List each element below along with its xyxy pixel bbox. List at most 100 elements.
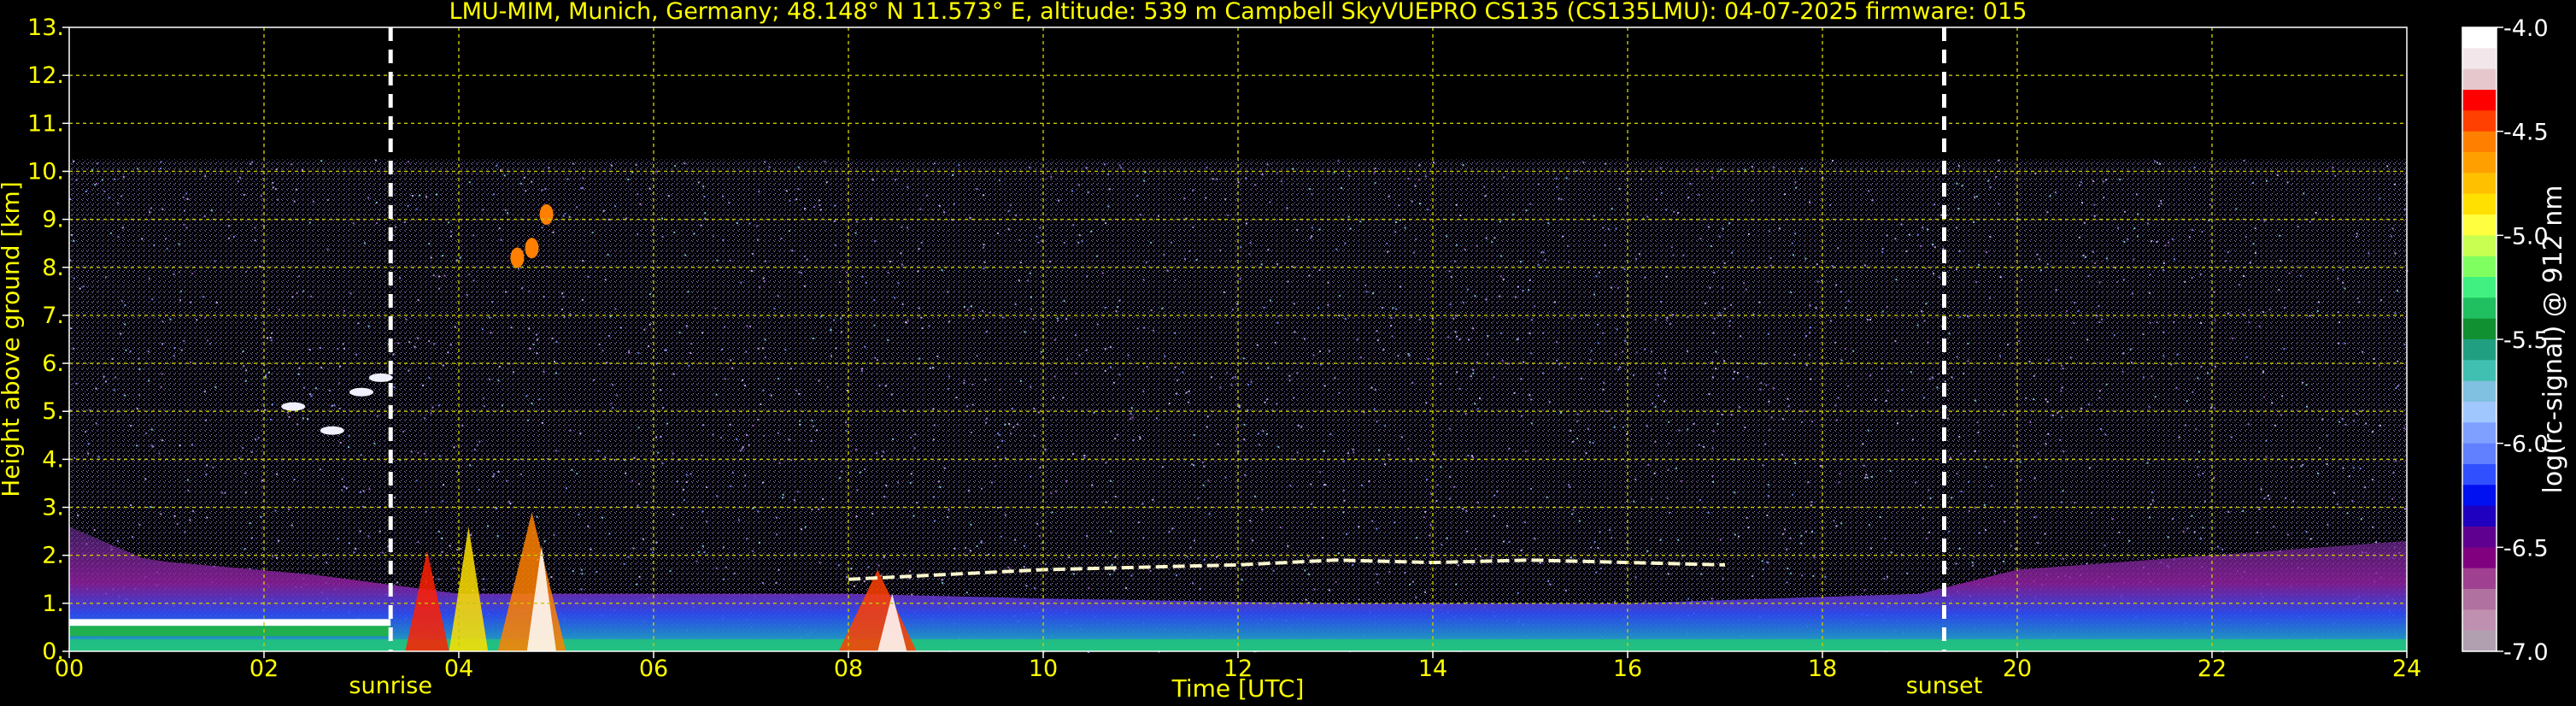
noise-speck — [1758, 301, 1761, 303]
noise-speck — [517, 458, 519, 461]
noise-speck — [2235, 208, 2238, 210]
noise-speck — [312, 201, 314, 203]
noise-speck — [883, 450, 885, 453]
noise-speck — [1249, 520, 1252, 522]
noise-speck — [116, 540, 119, 542]
noise-speck — [261, 479, 263, 482]
noise-speck — [1609, 529, 1611, 532]
noise-speck — [185, 227, 188, 229]
noise-speck — [1407, 353, 1410, 356]
noise-speck — [833, 220, 836, 222]
noise-speck — [1700, 573, 1703, 575]
noise-speck — [1185, 391, 1188, 394]
noise-speck — [1868, 190, 1870, 192]
noise-speck — [688, 364, 690, 367]
noise-speck — [1479, 397, 1481, 400]
noise-speck — [895, 179, 896, 181]
noise-speck — [1588, 441, 1591, 444]
cloud-patch — [539, 204, 554, 225]
noise-speck — [519, 473, 522, 475]
noise-speck — [1809, 201, 1810, 203]
noise-speck — [1567, 244, 1569, 247]
noise-speck — [580, 187, 583, 190]
noise-speck — [1311, 193, 1313, 196]
noise-speck — [1210, 376, 1212, 379]
noise-speck — [1810, 378, 1812, 380]
noise-speck — [2103, 197, 2105, 198]
noise-speck — [1985, 466, 1987, 468]
noise-speck — [1931, 376, 1933, 379]
noise-speck — [249, 522, 251, 525]
noise-speck — [1593, 541, 1596, 544]
noise-speck — [661, 462, 664, 465]
noise-speck — [1293, 397, 1295, 399]
noise-speck — [1372, 292, 1374, 295]
noise-speck — [310, 295, 313, 297]
noise-speck — [1109, 346, 1112, 349]
noise-speck — [1447, 336, 1450, 338]
noise-speck — [206, 464, 208, 467]
noise-speck — [249, 162, 252, 165]
noise-speck — [1018, 279, 1020, 282]
noise-speck — [701, 510, 704, 513]
noise-speck — [941, 579, 943, 581]
noise-speck — [2283, 348, 2286, 350]
noise-speck — [73, 348, 75, 350]
cloud-patch — [525, 238, 539, 259]
noise-speck — [1391, 335, 1394, 338]
noise-speck — [1077, 184, 1080, 186]
noise-speck — [764, 161, 766, 163]
noise-speck — [1569, 486, 1571, 489]
noise-speck — [969, 550, 971, 552]
noise-speck — [1034, 587, 1036, 590]
noise-speck — [375, 202, 378, 203]
colorbar-swatch — [2462, 297, 2497, 320]
noise-speck — [2080, 407, 2082, 409]
noise-speck — [1956, 473, 1958, 475]
noise-speck — [2074, 502, 2076, 504]
noise-speck — [762, 277, 765, 279]
noise-speck — [1837, 247, 1840, 250]
noise-speck — [665, 349, 667, 351]
noise-speck — [777, 295, 779, 297]
noise-speck — [2160, 203, 2162, 205]
noise-speck — [897, 481, 900, 484]
noise-speck — [1590, 546, 1593, 549]
noise-speck — [2098, 321, 2101, 323]
noise-speck — [1030, 308, 1032, 310]
noise-speck — [320, 367, 323, 369]
noise-speck — [1622, 315, 1624, 318]
noise-speck — [1633, 500, 1635, 503]
noise-speck — [1666, 497, 1669, 499]
noise-speck — [2156, 240, 2158, 243]
noise-speck — [1296, 372, 1299, 374]
noise-speck — [302, 169, 303, 171]
noise-speck — [1037, 242, 1040, 244]
noise-speck — [528, 290, 531, 292]
noise-speck — [1032, 318, 1035, 320]
noise-speck — [531, 180, 533, 183]
noise-speck — [2025, 397, 2027, 399]
noise-speck — [1017, 423, 1019, 426]
noise-speck — [678, 332, 681, 334]
noise-speck — [1307, 556, 1310, 558]
noise-speck — [1462, 164, 1464, 167]
noise-speck — [1254, 184, 1257, 186]
noise-speck — [1411, 382, 1414, 384]
noise-speck — [672, 373, 675, 375]
noise-speck — [1471, 455, 1473, 457]
noise-speck — [277, 539, 279, 542]
noise-speck — [1014, 538, 1017, 541]
noise-speck — [2262, 396, 2265, 398]
noise-speck — [1847, 300, 1850, 303]
noise-speck — [1053, 397, 1055, 399]
noise-speck — [1244, 474, 1247, 476]
noise-speck — [785, 190, 788, 192]
noise-speck — [913, 447, 916, 450]
noise-speck — [1455, 583, 1458, 585]
noise-speck — [1912, 438, 1914, 441]
fog-layer-edge — [69, 626, 391, 637]
noise-speck — [840, 317, 842, 320]
noise-speck — [2280, 414, 2282, 416]
noise-speck — [1115, 310, 1118, 313]
